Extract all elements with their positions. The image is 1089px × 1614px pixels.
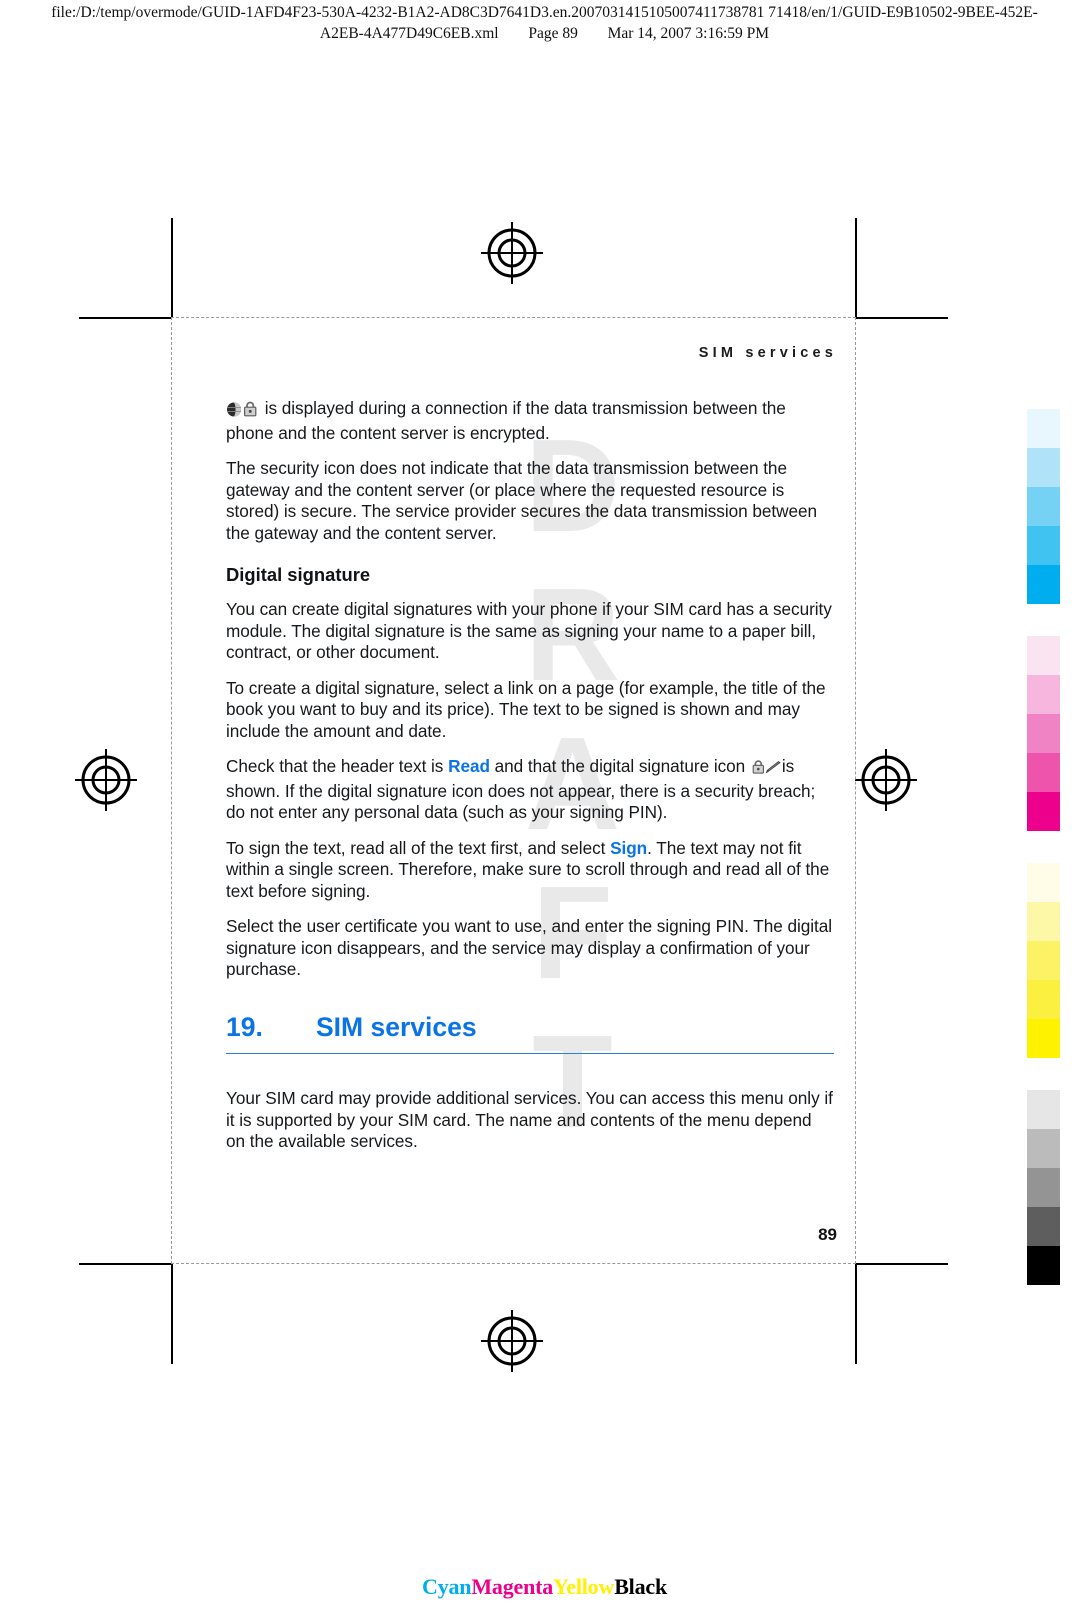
paragraph-security-icon-text: is displayed during a connection if the …: [226, 398, 786, 443]
print-header: file:/D:/temp/overmode/GUID-1AFD4F23-530…: [0, 0, 1089, 45]
crop-mark-bottom-left: [79, 1263, 171, 1265]
crop-mark-left-top: [171, 218, 173, 318]
color-bar-group-black: [1027, 1090, 1060, 1285]
keyword-sign: Sign: [610, 837, 648, 858]
print-header-line2: A2EB-4A477D49C6EB.xml Page 89 Mar 14, 20…: [0, 24, 1089, 45]
paragraph-sim-services: Your SIM card may provide additional ser…: [226, 1088, 833, 1151]
chapter-rule: [226, 1053, 834, 1054]
paragraph-digital-sig-intro: You can create digital signatures with y…: [226, 599, 832, 662]
color-swatch: [1027, 636, 1060, 675]
crop-mark-top-left: [79, 317, 171, 319]
color-word-magenta: Magenta: [471, 1574, 554, 1599]
registration-mark-bottom: [481, 1310, 543, 1372]
color-word-yellow: Yellow: [553, 1574, 615, 1599]
page-number-folio: 89: [818, 1225, 837, 1244]
color-swatch: [1027, 1246, 1060, 1285]
color-swatch: [1027, 409, 1060, 448]
color-swatch: [1027, 1129, 1060, 1168]
page-content: is displayed during a connection if the …: [226, 398, 834, 995]
lock-pen-icon: [750, 759, 782, 781]
chapter-number: 19.: [226, 1012, 263, 1042]
registration-mark-top: [481, 222, 543, 284]
color-swatch: [1027, 565, 1060, 604]
sign-text-part1: To sign the text, read all of the text f…: [226, 837, 611, 858]
color-swatch: [1027, 1207, 1060, 1246]
print-header-timestamp: Mar 14, 2007 3:16:59 PM: [607, 24, 770, 42]
crop-mark-top-right: [856, 317, 948, 319]
chapter-title: SIM services: [316, 1012, 477, 1042]
color-calibration-bars: [1027, 409, 1060, 1317]
check-text-part2: and that the digital signature icon: [489, 756, 750, 776]
color-swatch: [1027, 487, 1060, 526]
chapter-heading: 19. SIM services: [226, 1011, 834, 1054]
color-swatch: [1027, 526, 1060, 565]
color-word-cyan: Cyan: [422, 1574, 472, 1599]
color-swatch: [1027, 675, 1060, 714]
color-swatch: [1027, 1019, 1060, 1058]
crop-mark-right-bottom: [855, 1264, 857, 1364]
print-header-filename: A2EB-4A477D49C6EB.xml: [319, 24, 499, 42]
color-swatch: [1027, 1168, 1060, 1207]
crop-mark-bottom-right: [856, 1263, 948, 1265]
color-bar-group-cyan: [1027, 409, 1060, 604]
color-swatch: [1027, 980, 1060, 1019]
paragraph-security-icon: is displayed during a connection if the …: [226, 398, 834, 444]
color-swatch: [1027, 941, 1060, 980]
crop-mark-left-bottom: [171, 1264, 173, 1364]
subheading-digital-signature: Digital signature: [226, 564, 371, 585]
color-swatch: [1027, 714, 1060, 753]
crop-mark-right-top: [855, 218, 857, 318]
registration-mark-right: [855, 749, 917, 811]
keyword-read: Read: [448, 756, 490, 776]
print-header-url: file:/D:/temp/overmode/GUID-1AFD4F23-530…: [51, 4, 1038, 21]
document-page: SIM services is displayed during a conne…: [171, 317, 856, 1264]
print-header-page-label: Page 89: [528, 24, 578, 42]
color-swatch: [1027, 753, 1060, 792]
color-bar-group-yellow: [1027, 863, 1060, 1058]
color-swatch: [1027, 1090, 1060, 1129]
color-swatch: [1027, 448, 1060, 487]
color-swatch: [1027, 863, 1060, 902]
paragraph-create-signature: To create a digital signature, select a …: [226, 677, 826, 741]
globe-lock-icon: [226, 400, 260, 423]
paragraph-check-header: Check that the header text is Read and t…: [226, 756, 834, 824]
chapter-heading-row: 19. SIM services: [226, 1011, 834, 1043]
running-head: SIM services: [698, 345, 837, 361]
paragraph-sign-text: To sign the text, read all of the text f…: [226, 838, 834, 903]
paragraph-user-certificate: Select the user certificate you want to …: [226, 916, 833, 979]
paragraph-security-note: The security icon does not indicate that…: [226, 458, 817, 543]
color-word-black: Black: [614, 1574, 667, 1599]
check-text-part1: Check that the header text is: [226, 756, 449, 776]
color-words-footer: CyanMagentaYellowBlack: [0, 1574, 1089, 1600]
registration-mark-left: [75, 749, 137, 811]
color-bar-group-magenta: [1027, 636, 1060, 831]
color-swatch: [1027, 902, 1060, 941]
color-swatch: [1027, 792, 1060, 831]
chapter-body: Your SIM card may provide additional ser…: [226, 1088, 834, 1167]
